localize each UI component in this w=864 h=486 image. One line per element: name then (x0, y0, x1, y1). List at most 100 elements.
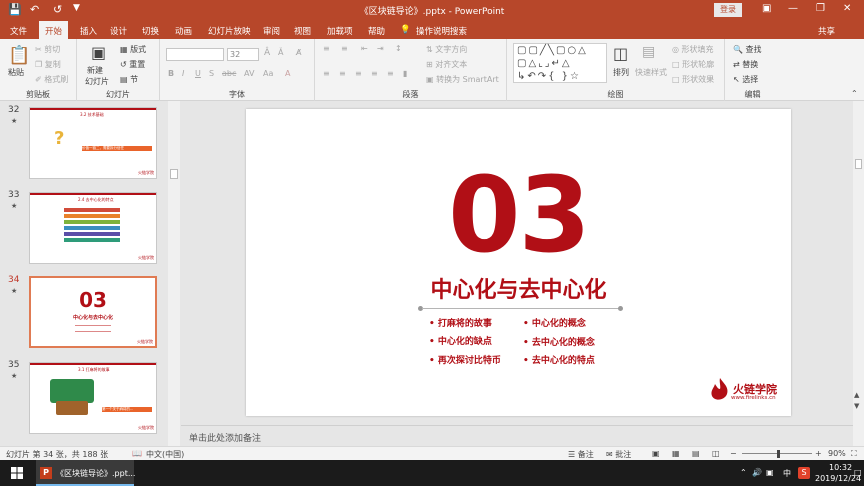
fit-to-window-icon[interactable]: ⛶ (851, 449, 857, 459)
grow-font-icon[interactable]: Â (264, 48, 270, 58)
tab-view[interactable]: 视图 (294, 25, 311, 37)
windows-start-icon[interactable] (11, 467, 23, 479)
minimize-icon[interactable]: — (788, 3, 798, 14)
notification-icon[interactable]: □ (854, 468, 862, 477)
clock-time[interactable]: 10:32 (829, 463, 852, 472)
quick-styles-icon[interactable]: ▤ (642, 44, 655, 60)
tab-review[interactable]: 审阅 (263, 25, 280, 37)
thumbnail-scrollbar[interactable] (168, 101, 180, 446)
quick-styles-button[interactable]: 快速样式 (635, 67, 667, 78)
slide-scrollbar[interactable]: ▲ ▼ (853, 101, 864, 446)
tab-file[interactable]: 文件 (10, 25, 27, 37)
format-painter-button[interactable]: ✐ 格式刷 (35, 74, 68, 85)
zoom-slider-thumb[interactable] (777, 450, 780, 458)
collapse-ribbon-icon[interactable]: ⌃ (851, 89, 858, 98)
shrink-font-icon[interactable]: Ǎ (278, 48, 283, 57)
section-number[interactable]: 03 (246, 163, 791, 267)
italic-icon[interactable]: I (182, 69, 184, 78)
decrease-indent-icon[interactable]: ⇤ (361, 44, 368, 53)
spellcheck-icon[interactable]: 📖 (132, 449, 142, 458)
align-text-button[interactable]: ⊞ 对齐文本 (426, 59, 467, 70)
copy-button[interactable]: ❐ 复制 (35, 59, 61, 70)
slide-thumbnail-32[interactable]: 3.2 技术基础 ? 价值一链二，需要拆分信任 火链学院 (29, 107, 157, 179)
comments-toggle-button[interactable]: ✉ 批注 (606, 449, 631, 460)
close-icon[interactable]: ✕ (843, 3, 851, 14)
shadow-icon[interactable]: S (209, 69, 214, 78)
align-right-icon[interactable]: ≡ (355, 69, 362, 78)
strikethrough-icon[interactable]: abc (222, 69, 236, 78)
zoom-in-icon[interactable]: + (815, 449, 822, 458)
arrange-icon[interactable]: ◫ (613, 44, 628, 63)
zoom-out-icon[interactable]: − (730, 449, 737, 458)
replace-button[interactable]: ⇄ 替换 (733, 59, 758, 70)
tab-addins[interactable]: 加载项 (327, 25, 353, 37)
bold-icon[interactable]: B (168, 69, 174, 78)
arrange-button[interactable]: 排列 (613, 67, 629, 78)
slide-thumbnail-35[interactable]: 3.1 打麻将的故事 第一个关于麻将的... 火链学院 (29, 362, 157, 434)
tab-design[interactable]: 设计 (110, 25, 127, 37)
smartart-button[interactable]: ▣ 转换为 SmartArt (426, 74, 499, 85)
section-button[interactable]: ▤ 节 (120, 74, 138, 85)
font-name-box[interactable] (166, 48, 224, 61)
ime-indicator[interactable]: 中 (783, 468, 791, 479)
bullet-item[interactable]: • 中心化的缺点 (429, 334, 492, 347)
next-slide-icon[interactable]: ▼ (854, 402, 859, 410)
maximize-icon[interactable]: ❐ (816, 3, 825, 14)
section-title[interactable]: 中心化与去中心化 (246, 272, 791, 304)
tell-me-search[interactable]: 操作说明搜索 (416, 25, 467, 37)
columns-icon[interactable]: ▮ (403, 69, 407, 78)
new-slide-button[interactable]: 新建 (87, 65, 103, 76)
shape-effects-button[interactable]: □ 形状效果 (672, 74, 714, 85)
network-icon[interactable]: ▣ (766, 468, 774, 477)
slide-thumbnail-34[interactable]: 03 中心化与去中心化 火链学院 (29, 276, 157, 348)
layout-button[interactable]: ▦ 版式 (120, 44, 146, 55)
bullet-item[interactable]: • 再次探讨比特币 (429, 353, 501, 366)
slide-thumbnail-33[interactable]: 2.4 去中心化的特点 火链学院 (29, 192, 157, 264)
distribute-icon[interactable]: ≡ (387, 69, 394, 78)
volume-icon[interactable]: 🔊 (752, 468, 762, 477)
bullet-item[interactable]: • 去中心化的特点 (523, 353, 595, 366)
tab-home[interactable]: 开始 (39, 21, 69, 39)
align-center-icon[interactable]: ≡ (339, 69, 346, 78)
new-slide-icon[interactable]: ▣ (91, 43, 106, 62)
taskbar-powerpoint-item[interactable]: P 《区块链导论》.ppt... (36, 460, 135, 486)
slide-canvas[interactable]: 03 中心化与去中心化 • 打麻将的故事 • 中心化的缺点 • 再次探讨比特币 … (246, 109, 791, 416)
slide-sorter-view-icon[interactable]: ▦ (672, 449, 680, 458)
ribbon-display-icon[interactable]: ▣ (762, 3, 771, 14)
increase-indent-icon[interactable]: ⇥ (377, 44, 384, 53)
font-color-icon[interactable]: A (285, 69, 290, 78)
login-button[interactable]: 登录 (714, 3, 742, 17)
notes-toggle-button[interactable]: ☰ 备注 (568, 449, 594, 460)
align-left-icon[interactable]: ≡ (323, 69, 330, 78)
shape-outline-button[interactable]: □ 形状轮廓 (672, 59, 714, 70)
normal-view-icon[interactable]: ▣ (652, 449, 660, 458)
text-direction-button[interactable]: ⇅ 文字方向 (426, 44, 467, 55)
underline-icon[interactable]: U (195, 69, 201, 78)
paste-icon[interactable]: 📋 (8, 45, 30, 66)
new-slide-button-line2[interactable]: 幻灯片 (85, 76, 109, 87)
previous-slide-icon[interactable]: ▲ (854, 391, 859, 399)
select-button[interactable]: ↖ 选择 (733, 74, 758, 85)
slideshow-view-icon[interactable]: ◫ (712, 449, 720, 458)
reading-view-icon[interactable]: ▤ (692, 449, 700, 458)
tab-transitions[interactable]: 切换 (142, 25, 159, 37)
cut-button[interactable]: ✂ 剪切 (35, 44, 60, 55)
bullet-item[interactable]: • 去中心化的概念 (523, 335, 595, 348)
paste-button[interactable]: 粘贴 (8, 67, 24, 78)
bullet-item[interactable]: • 中心化的概念 (523, 316, 586, 329)
clear-format-icon[interactable]: A̸ (296, 48, 301, 57)
shape-fill-button[interactable]: ◎ 形状填充 (672, 44, 714, 55)
sogou-ime-icon[interactable]: S (798, 467, 810, 479)
tab-help[interactable]: 帮助 (368, 25, 385, 37)
bullets-icon[interactable]: ≡ (323, 44, 330, 53)
shapes-gallery[interactable]: ▢▢╱╲▢○△ ▢△⌞⌟↵△ ↳↶↷{ }☆ (513, 43, 607, 83)
justify-icon[interactable]: ≡ (371, 69, 378, 78)
zoom-level[interactable]: 90% (828, 449, 846, 458)
reset-button[interactable]: ↺ 重置 (120, 59, 145, 70)
numbering-icon[interactable]: ≡ (341, 44, 348, 53)
change-case-icon[interactable]: Aa (263, 69, 273, 78)
char-spacing-icon[interactable]: AV (244, 69, 254, 78)
scroll-thumb[interactable] (855, 159, 862, 169)
font-size-box[interactable]: 32 (227, 48, 259, 61)
tray-chevron-icon[interactable]: ⌃ (740, 468, 747, 477)
